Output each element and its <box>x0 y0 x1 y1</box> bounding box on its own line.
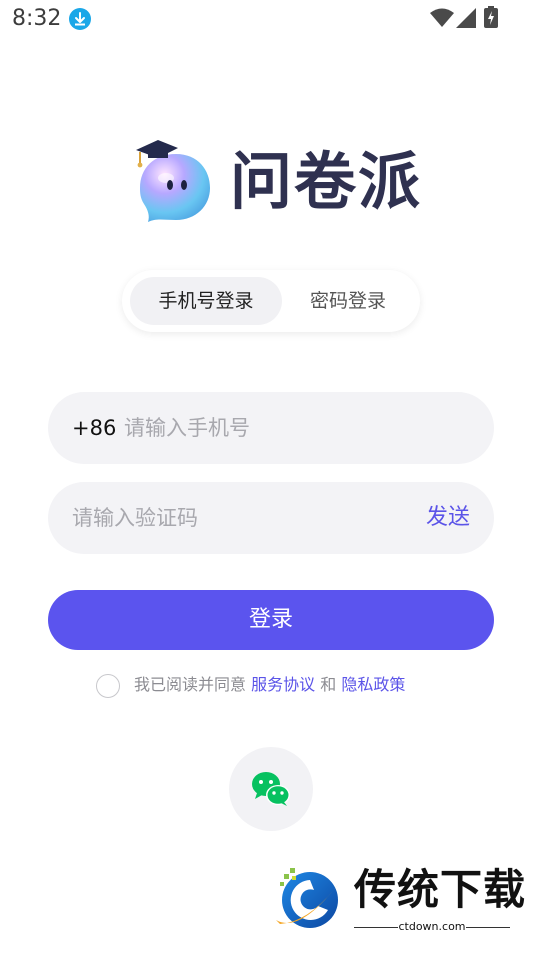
phone-field: +86 <box>48 392 494 464</box>
verification-code-input[interactable] <box>72 482 392 554</box>
status-time: 8:32 <box>12 6 62 31</box>
wifi-icon <box>430 8 454 27</box>
tab-password-login[interactable]: 密码登录 <box>282 277 414 325</box>
status-bar: 8:32 <box>0 0 540 38</box>
phone-input[interactable] <box>124 392 464 464</box>
download-icon <box>69 8 91 30</box>
tab-phone-login[interactable]: 手机号登录 <box>130 277 282 325</box>
watermark: 传统下载 ctdown.com <box>270 862 525 942</box>
country-code[interactable]: +86 <box>72 392 116 464</box>
agreement-text: 我已阅读并同意 服务协议 和 隐私政策 <box>134 672 405 698</box>
login-mode-tabs: 手机号登录 密码登录 <box>122 270 420 332</box>
verification-code-field: 发送 <box>48 482 494 554</box>
login-screen: 8:32 问卷派 手机号登录 密码登录 +86 请输入手机号 请输入验证码 发送… <box>0 0 540 960</box>
watermark-title: 传统下载 <box>354 865 527 914</box>
agreement-and: 和 <box>320 675 337 694</box>
agreement-checkbox[interactable] <box>96 674 120 698</box>
privacy-policy-link[interactable]: 隐私政策 <box>341 675 405 694</box>
signal-icon <box>456 8 476 28</box>
login-button[interactable]: 登录 <box>48 590 494 650</box>
battery-icon <box>484 6 498 28</box>
wechat-icon <box>252 772 290 806</box>
terms-of-service-link[interactable]: 服务协议 <box>251 675 315 694</box>
mascot-logo-icon <box>136 140 210 222</box>
agreement-row: 我已阅读并同意 服务协议 和 隐私政策 <box>96 672 476 700</box>
watermark-rule-right <box>466 927 510 928</box>
watermark-logo-icon <box>276 868 340 928</box>
wechat-login-button[interactable] <box>229 747 313 831</box>
send-code-button[interactable]: 发送 <box>426 482 470 554</box>
agreement-prefix: 我已阅读并同意 <box>134 675 247 694</box>
app-name: 问卷派 <box>230 145 423 218</box>
